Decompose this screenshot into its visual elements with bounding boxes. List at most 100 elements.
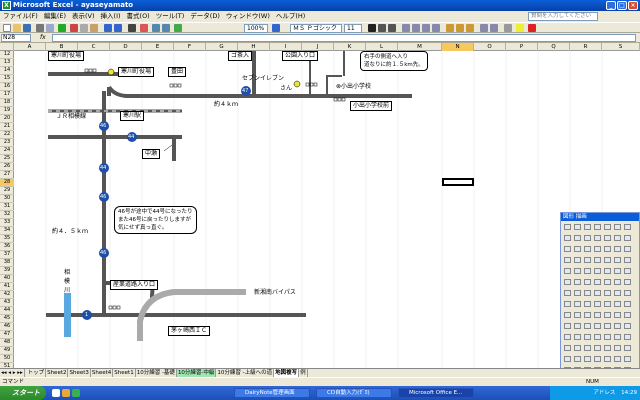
column-header[interactable]: L — [366, 43, 398, 51]
sheet-tab[interactable]: トップ — [27, 369, 47, 377]
help-icon[interactable] — [272, 24, 280, 32]
row-header[interactable]: 30 — [0, 195, 14, 203]
row-header[interactable]: 16 — [0, 83, 14, 91]
row-header[interactable]: 34 — [0, 227, 14, 235]
palette-select-icon[interactable] — [564, 224, 571, 230]
palette-shape-icon[interactable] — [584, 345, 591, 351]
preview-icon[interactable] — [46, 24, 54, 32]
active-cell-n28[interactable] — [442, 178, 474, 186]
font-color-icon[interactable] — [528, 24, 536, 32]
menu-edit[interactable]: 編集(E) — [44, 11, 66, 22]
palette-shape-icon[interactable] — [604, 312, 611, 318]
formula-input[interactable] — [52, 34, 636, 42]
palette-shape-icon[interactable] — [604, 356, 611, 362]
palette-shape-icon[interactable] — [594, 323, 601, 329]
column-header[interactable]: J — [302, 43, 334, 51]
palette-shape-icon[interactable] — [614, 268, 621, 274]
row-header[interactable]: 17 — [0, 91, 14, 99]
row-header[interactable]: 26 — [0, 163, 14, 171]
row-header[interactable]: 45 — [0, 315, 14, 323]
row-header[interactable]: 24 — [0, 147, 14, 155]
menu-format[interactable]: 書式(O) — [127, 11, 150, 22]
row-header[interactable]: 23 — [0, 139, 14, 147]
sheet-tab[interactable]: 10分練習 -上級への道 — [216, 369, 275, 377]
redo-icon[interactable] — [114, 24, 122, 32]
palette-shape-icon[interactable] — [584, 235, 591, 241]
palette-shape-icon[interactable] — [614, 257, 621, 263]
column-header[interactable]: K — [334, 43, 366, 51]
task-cd-input[interactable]: CD自動入力(ｾﾞﾛ) — [316, 388, 392, 398]
row-header[interactable]: 12 — [0, 51, 14, 59]
palette-shape-icon[interactable] — [624, 334, 631, 340]
fill-color-icon[interactable] — [516, 24, 524, 32]
palette-shape-icon[interactable] — [624, 246, 631, 252]
underline-icon[interactable] — [388, 24, 396, 32]
palette-shape-icon[interactable] — [624, 356, 631, 362]
palette-shape-icon[interactable] — [574, 235, 581, 241]
palette-rect-icon[interactable] — [594, 224, 601, 230]
sheet-tab[interactable]: Sheet3 — [68, 369, 91, 377]
spell-icon[interactable] — [58, 24, 66, 32]
column-header-active[interactable]: N — [442, 43, 474, 51]
row-header[interactable]: 33 — [0, 219, 14, 227]
align-center-icon[interactable] — [412, 24, 420, 32]
palette-shape-icon[interactable] — [574, 279, 581, 285]
borders-icon[interactable] — [504, 24, 512, 32]
sum-icon[interactable] — [128, 24, 136, 32]
column-header[interactable]: O — [474, 43, 506, 51]
column-header[interactable]: M — [398, 43, 442, 51]
palette-shape-icon[interactable] — [614, 290, 621, 296]
palette-shape-icon[interactable] — [594, 334, 601, 340]
menu-tools[interactable]: ツール(T) — [156, 11, 185, 22]
row-header[interactable]: 22 — [0, 131, 14, 139]
palette-shape-icon[interactable] — [604, 323, 611, 329]
row-header[interactable]: 36 — [0, 243, 14, 251]
palette-shape-icon[interactable] — [564, 323, 571, 329]
palette-shape-icon[interactable] — [574, 246, 581, 252]
palette-shape-icon[interactable] — [584, 312, 591, 318]
palette-oval-icon[interactable] — [604, 224, 611, 230]
menu-view[interactable]: 表示(V) — [72, 11, 95, 22]
palette-shape-icon[interactable] — [624, 268, 631, 274]
palette-shape-icon[interactable] — [574, 323, 581, 329]
palette-shape-icon[interactable] — [564, 301, 571, 307]
column-header[interactable]: P — [506, 43, 538, 51]
palette-shape-icon[interactable] — [624, 257, 631, 263]
row-header[interactable]: 31 — [0, 203, 14, 211]
column-header[interactable]: B — [46, 43, 78, 51]
open-icon[interactable] — [13, 24, 21, 32]
align-left-icon[interactable] — [402, 24, 410, 32]
palette-shape-icon[interactable] — [624, 301, 631, 307]
palette-shape-icon[interactable] — [604, 345, 611, 351]
font-select[interactable]: ＭＳ Ｐゴシック — [290, 24, 342, 33]
palette-shape-icon[interactable] — [574, 345, 581, 351]
column-header[interactable]: A — [14, 43, 46, 51]
menu-help[interactable]: ヘルプ(H) — [276, 11, 305, 22]
task-excel[interactable]: Microsoft Office E... — [398, 388, 474, 398]
palette-shape-icon[interactable] — [604, 334, 611, 340]
sheet-tab[interactable]: Sheet4 — [91, 369, 114, 377]
palette-shape-icon[interactable] — [574, 257, 581, 263]
palette-shape-icon[interactable] — [614, 235, 621, 241]
increase-indent-icon[interactable] — [490, 24, 498, 32]
palette-shape-icon[interactable] — [594, 246, 601, 252]
palette-shape-icon[interactable] — [614, 301, 621, 307]
palette-shape-icon[interactable] — [584, 257, 591, 263]
palette-shape-icon[interactable] — [624, 345, 631, 351]
comma-icon[interactable] — [466, 24, 474, 32]
row-header[interactable]: 21 — [0, 123, 14, 131]
sheet-tab[interactable]: Sheet2 — [46, 369, 69, 377]
palette-arrow-icon[interactable] — [584, 224, 591, 230]
palette-shape-icon[interactable] — [584, 356, 591, 362]
palette-shape-icon[interactable] — [564, 268, 571, 274]
row-header[interactable]: 48 — [0, 339, 14, 347]
row-header[interactable]: 44 — [0, 307, 14, 315]
palette-shape-icon[interactable] — [564, 235, 571, 241]
zoom-select[interactable]: 100% — [244, 24, 268, 33]
palette-wordart-icon[interactable] — [624, 224, 631, 230]
column-header[interactable]: Q — [538, 43, 570, 51]
row-header[interactable]: 49 — [0, 347, 14, 355]
print-icon[interactable] — [36, 24, 44, 32]
drawing-icon[interactable] — [174, 24, 182, 32]
palette-textbox-icon[interactable] — [614, 224, 621, 230]
